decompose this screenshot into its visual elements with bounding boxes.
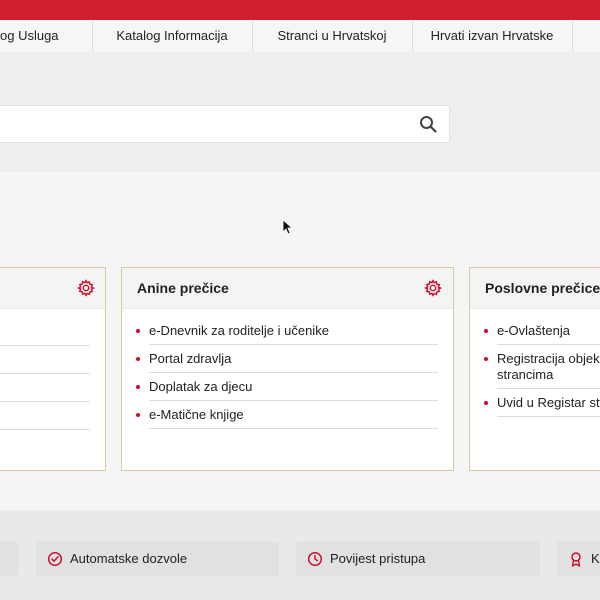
- list-item[interactable]: e-Matične knjige: [136, 401, 438, 429]
- list-divider: [0, 374, 90, 402]
- nav-item-katalog-usluga[interactable]: og Usluga: [0, 20, 93, 52]
- gear-icon[interactable]: [77, 279, 95, 297]
- bullet: [136, 329, 140, 333]
- top-red-bar: [0, 0, 600, 20]
- list-item[interactable]: Uvid u Registar stva: [484, 389, 600, 417]
- search-box: [0, 105, 450, 144]
- list-item[interactable]: Portal zdravlja: [136, 345, 438, 373]
- button-label: K: [591, 551, 600, 566]
- clock-icon: [307, 551, 323, 567]
- povijest-pristupa-button[interactable]: Povijest pristupa: [296, 542, 540, 576]
- shortcut-card-1: [0, 267, 106, 471]
- bullet: [484, 357, 488, 361]
- gear-icon[interactable]: [424, 279, 442, 297]
- link-label[interactable]: Portal zdravlja: [149, 351, 231, 366]
- main-navigation: og Usluga Katalog Informacija Stranci u …: [0, 20, 600, 53]
- link-label[interactable]: e-Matične knjige: [149, 407, 244, 422]
- list-divider: [0, 309, 90, 346]
- award-icon: [571, 552, 581, 567]
- button-label: Povijest pristupa: [330, 551, 426, 566]
- link-label[interactable]: e-Ovlaštenja: [497, 323, 570, 338]
- search-icon[interactable]: [419, 115, 437, 133]
- quick-button-right-partial[interactable]: K: [557, 542, 600, 576]
- bullet: [484, 401, 488, 405]
- list-divider: [0, 402, 90, 430]
- check-circle-icon: [47, 551, 63, 567]
- list-item[interactable]: e-Dnevnik za roditelje i učenike: [136, 317, 438, 345]
- shortcut-list: e-Ovlaštenja Registracija objeka strancim…: [470, 309, 600, 417]
- shortcut-card-anine: Anine prečice e-Dnevnik za roditelje i u…: [121, 267, 454, 471]
- card-title: Poslovne prečice: [485, 280, 600, 296]
- link-label[interactable]: Doplatak za djecu: [149, 379, 252, 394]
- bullet: [484, 329, 488, 333]
- quick-button-left-partial[interactable]: [0, 542, 18, 576]
- link-label[interactable]: Uvid u Registar stva: [497, 395, 600, 410]
- mouse-cursor-icon: [282, 219, 294, 235]
- link-label-continued[interactable]: strancima: [497, 367, 553, 382]
- bullet: [136, 357, 140, 361]
- card-header: Poslovne prečice: [470, 268, 600, 309]
- link-label[interactable]: Registracija objeka: [497, 351, 600, 366]
- card-title: Anine prečice: [137, 280, 229, 296]
- nav-item-hrvati-izvan-hrvatske[interactable]: Hrvati izvan Hrvatske: [412, 20, 573, 52]
- card-1-lines: [0, 309, 105, 430]
- link-label[interactable]: e-Dnevnik za roditelje i učenike: [149, 323, 329, 338]
- card-header: Anine prečice: [122, 268, 453, 309]
- search-input[interactable]: [9, 106, 403, 144]
- list-item[interactable]: e-Ovlaštenja: [484, 317, 600, 345]
- bullet: [136, 385, 140, 389]
- bullet: [136, 413, 140, 417]
- nav-item-stranci-u-hrvatskoj[interactable]: Stranci u Hrvatskoj: [252, 20, 413, 52]
- nav-item-katalog-informacija[interactable]: Katalog Informacija: [92, 20, 253, 52]
- card-header: [0, 268, 105, 309]
- button-label: Automatske dozvole: [70, 551, 188, 566]
- list-divider: [0, 346, 90, 374]
- list-item[interactable]: Doplatak za djecu: [136, 373, 438, 401]
- shortcut-card-poslovne: Poslovne prečice e-Ovlaštenja Registraci…: [469, 267, 600, 471]
- list-item[interactable]: Registracija objeka strancima: [484, 345, 600, 389]
- automatske-dozvole-button[interactable]: Automatske dozvole: [36, 542, 279, 576]
- shortcut-list: e-Dnevnik za roditelje i učenike Portal …: [122, 309, 453, 429]
